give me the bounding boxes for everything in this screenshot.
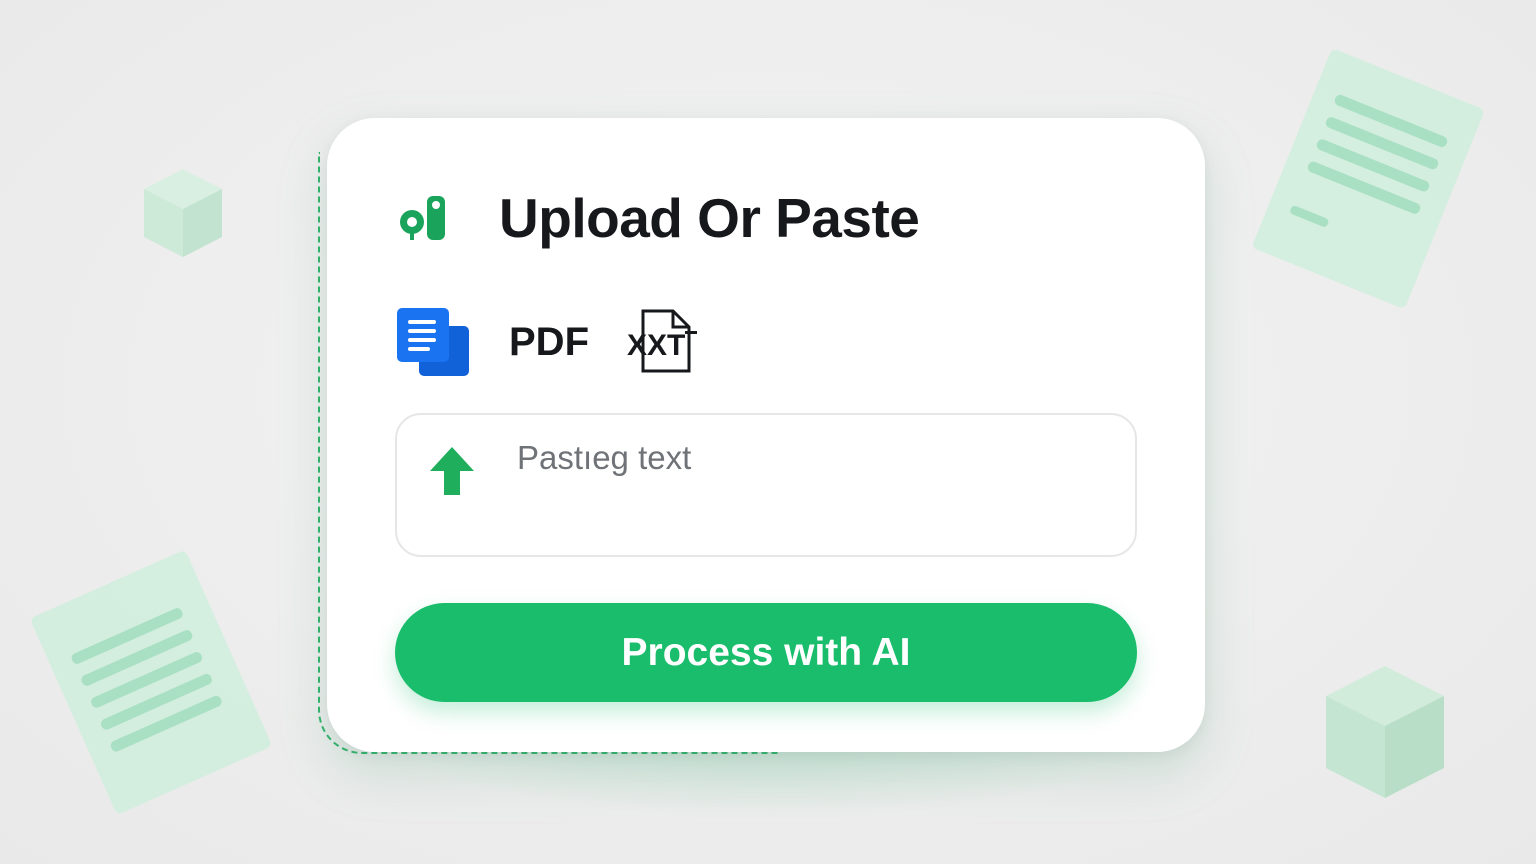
txt-file-icon[interactable]: XXT [625, 309, 701, 375]
app-logo-icon [400, 196, 445, 240]
google-docs-icon[interactable] [395, 306, 471, 378]
process-with-ai-button[interactable]: Process with AI [395, 603, 1137, 702]
app-scene: Upload Or Paste PDF XXT Pastıeg text Pro… [0, 0, 1536, 864]
paste-text-area[interactable]: Pastıeg text [395, 413, 1137, 557]
card-header: Upload Or Paste [399, 186, 920, 250]
background-cube-icon [144, 169, 222, 257]
upload-card: Upload Or Paste PDF XXT Pastıeg text Pro… [327, 118, 1205, 752]
background-document-icon [1253, 50, 1484, 308]
page-title: Upload Or Paste [499, 187, 920, 249]
background-document-icon [31, 551, 271, 814]
txt-icon-text: XXT [627, 329, 685, 362]
pdf-format-label[interactable]: PDF [509, 320, 589, 365]
background-cube-icon [1326, 666, 1444, 798]
supported-formats: PDF XXT [395, 306, 701, 378]
paste-placeholder-text: Pastıeg text [517, 439, 692, 476]
upload-arrow-icon[interactable] [429, 445, 475, 497]
